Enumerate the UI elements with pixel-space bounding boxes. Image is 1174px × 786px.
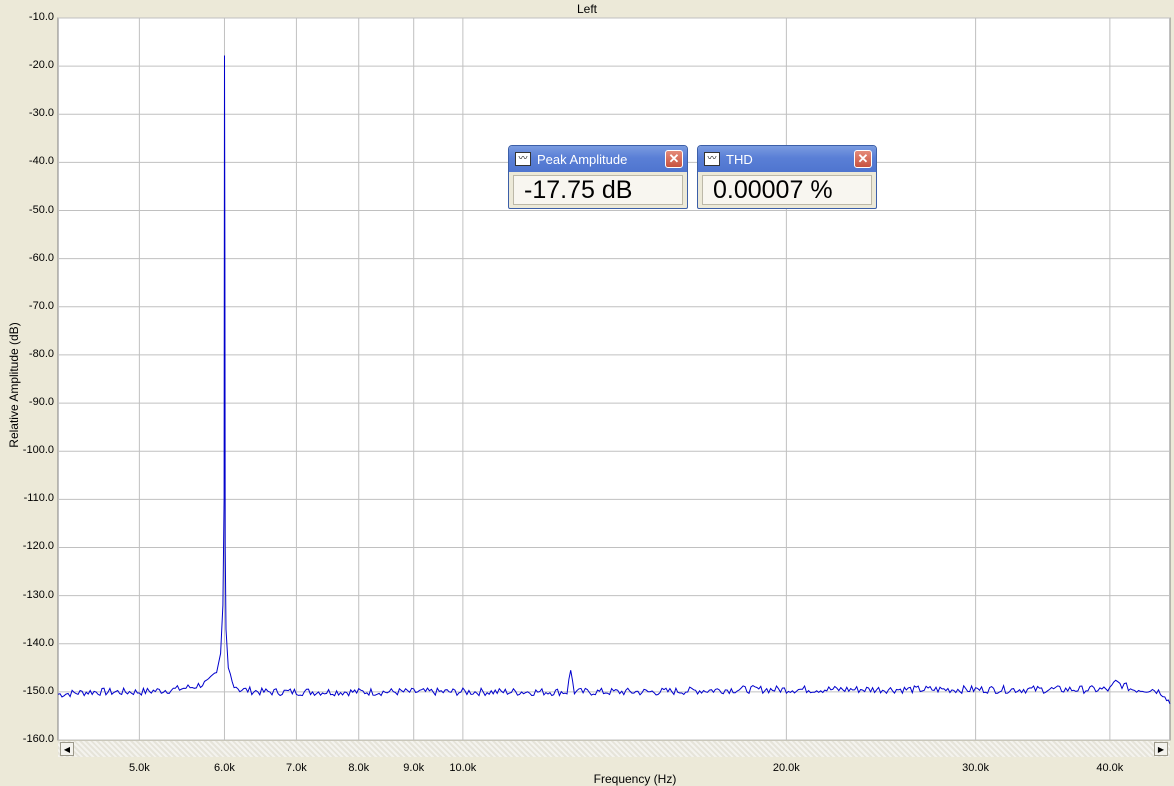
y-tick-label: -80.0 [28, 347, 54, 360]
peak-amplitude-meter[interactable]: 〰 Peak Amplitude ✕ -17.75 dB [508, 145, 688, 209]
x-tick-label: 20.0k [772, 762, 800, 774]
y-tick-label: -90.0 [28, 396, 54, 409]
y-tick-label: -40.0 [28, 155, 54, 168]
y-tick-label: -110.0 [23, 492, 54, 505]
x-tick-label: 5.0k [128, 762, 150, 774]
x-tick-label: 6.0k [214, 762, 235, 774]
x-tick-label: 8.0k [348, 762, 370, 774]
scroll-right-button[interactable]: ▶ [1154, 742, 1168, 756]
y-tick-label: -130.0 [22, 588, 54, 601]
y-tick-label: -50.0 [28, 203, 54, 216]
meter-title: THD [726, 151, 753, 167]
spectrum-plot[interactable] [0, 0, 1174, 786]
x-tick-label: 7.0k [286, 762, 307, 774]
meter-titlebar[interactable]: 〰 Peak Amplitude ✕ [509, 146, 687, 172]
y-tick-label: -100.0 [22, 444, 54, 457]
x-tick-label: 30.0k [962, 762, 990, 774]
y-tick-label: -60.0 [28, 251, 54, 264]
x-tick-label: 10.0k [449, 762, 477, 774]
y-tick-label: -10.0 [28, 11, 54, 23]
y-tick-label: -120.0 [22, 540, 54, 553]
meter-value: 0.00007 % [702, 175, 872, 205]
close-icon[interactable]: ✕ [665, 150, 683, 168]
meter-titlebar[interactable]: 〰 THD ✕ [698, 146, 876, 172]
scroll-left-button[interactable]: ◀ [60, 742, 74, 756]
waveform-icon: 〰 [515, 152, 531, 166]
meter-value: -17.75 dB [513, 175, 683, 205]
x-axis-label: Frequency (Hz) [593, 772, 677, 786]
y-tick-label: -150.0 [22, 684, 54, 697]
y-tick-label: -70.0 [28, 299, 54, 312]
y-tick-label: -30.0 [28, 107, 54, 120]
y-tick-label: -140.0 [22, 636, 54, 649]
close-icon[interactable]: ✕ [854, 150, 872, 168]
y-tick-label: -20.0 [28, 59, 54, 72]
y-tick-label: -160.0 [22, 733, 54, 745]
x-tick-label: 9.0k [403, 762, 425, 774]
horizontal-scrollbar[interactable]: ◀ ▶ [58, 740, 1170, 757]
x-tick-label: 40.0k [1096, 762, 1124, 774]
meter-title: Peak Amplitude [537, 151, 628, 167]
waveform-icon: 〰 [704, 152, 720, 166]
thd-meter[interactable]: 〰 THD ✕ 0.00007 % [697, 145, 877, 209]
